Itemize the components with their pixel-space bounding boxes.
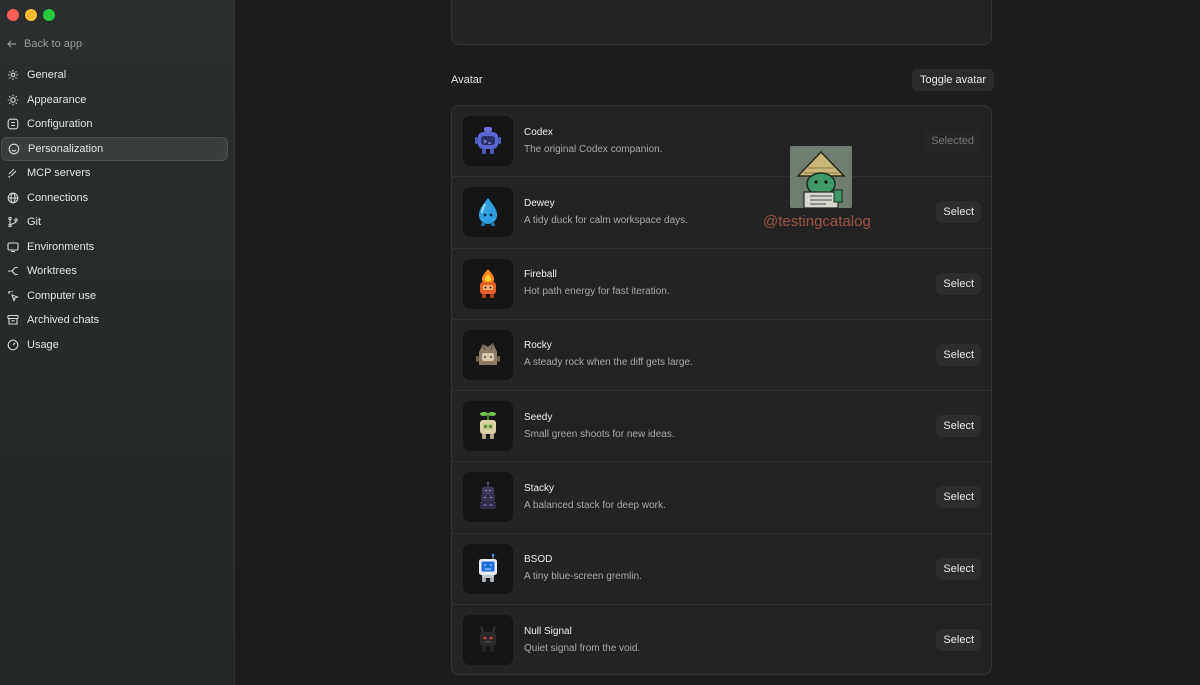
avatar-name: Dewey (524, 197, 555, 209)
sidebar-item-archived-chats[interactable]: Archived chats (0, 308, 229, 333)
select-button[interactable]: Select (936, 201, 981, 224)
sidebar-item-usage[interactable]: Usage (0, 333, 229, 358)
avatar-name: Null Signal (524, 625, 572, 637)
select-button[interactable]: Select (936, 415, 981, 438)
select-button[interactable]: Select (936, 272, 981, 295)
sidebar-item-git[interactable]: Git (0, 210, 229, 235)
archive-icon (7, 315, 19, 325)
sidebar-item-label: Appearance (27, 93, 87, 106)
sidebar-item-label: Worktrees (27, 265, 77, 278)
smile-icon (8, 143, 20, 155)
stacky-avatar-icon (463, 472, 513, 523)
arrow-left-icon (7, 40, 16, 48)
avatar-row-codex: Codex The original Codex companion. Sele… (452, 106, 991, 178)
branch-icon (8, 216, 18, 228)
sidebar-item-label: Environments (27, 240, 95, 253)
sliders-icon (7, 118, 19, 130)
sidebar-item-configuration[interactable]: Configuration (0, 112, 229, 137)
fork-icon (8, 267, 18, 276)
avatar-description: Hot path energy for fast iteration. (524, 286, 670, 298)
sidebar-item-appearance[interactable]: Appearance (0, 88, 229, 113)
selected-button[interactable]: Selected (924, 130, 981, 153)
avatar-row-rocky: Rocky A steady rock when the diff gets l… (452, 320, 991, 391)
cursor-icon (8, 290, 19, 302)
rocky-avatar-icon (463, 329, 513, 380)
previous-section-card (451, 0, 992, 45)
settings-sidebar: Back to app General Appearance Configura… (0, 0, 235, 685)
avatar-name: BSOD (524, 554, 553, 566)
select-button[interactable]: Select (936, 557, 981, 580)
avatar-name: Codex (524, 126, 553, 138)
avatar-row-stacky: Stacky A balanced stack for deep work. S… (452, 462, 991, 534)
avatar-row-fireball: Fireball Hot path energy for fast iterat… (452, 249, 991, 320)
sun-icon (7, 94, 19, 105)
sidebar-item-label: Connections (27, 191, 89, 204)
select-button[interactable]: Select (936, 486, 981, 509)
monitor-icon (7, 242, 19, 252)
select-button[interactable]: Select (936, 343, 981, 366)
avatar-description: A tiny blue-screen gremlin. (524, 571, 642, 583)
avatar-name: Stacky (524, 482, 555, 494)
avatar-name: Fireball (524, 269, 557, 281)
codex-avatar-icon (463, 116, 513, 167)
sidebar-item-label: General (27, 69, 67, 82)
toggle-avatar-button[interactable]: Toggle avatar (912, 69, 995, 91)
avatar-row-dewey: Dewey A tidy duck for calm workspace day… (452, 177, 991, 249)
avatar-row-seedy: Seedy Small green shoots for new ideas. … (452, 391, 991, 463)
sidebar-item-label: MCP servers (27, 167, 91, 180)
watermark-text: @testingcatalog (763, 213, 871, 230)
avatar-description: Quiet signal from the void. (524, 642, 641, 654)
sidebar-item-label: Personalization (28, 142, 104, 155)
avatar-description: A steady rock when the diff gets large. (524, 357, 693, 369)
plug-icon (8, 168, 17, 179)
gear-icon (8, 70, 18, 81)
sidebar-item-general[interactable]: General (0, 63, 229, 88)
fireball-avatar-icon (463, 258, 513, 309)
sidebar-item-connections[interactable]: Connections (0, 186, 229, 211)
bsod-avatar-icon (463, 543, 513, 594)
settings-content: Avatar Toggle avatar Codex The original … (235, 0, 1200, 685)
gauge-icon (7, 339, 19, 351)
sidebar-item-personalization[interactable]: Personalization (1, 136, 228, 161)
avatar-description: The original Codex companion. (524, 143, 663, 155)
avatar-name: Rocky (524, 340, 552, 352)
avatar-description: A tidy duck for calm workspace days. (524, 214, 688, 226)
null-signal-avatar-icon (463, 615, 513, 666)
sidebar-item-mcp-servers[interactable]: MCP servers (0, 161, 229, 186)
window-controls (7, 9, 55, 21)
select-button[interactable]: Select (936, 629, 981, 652)
back-to-app-link[interactable]: Back to app (6, 38, 82, 50)
back-to-app-label: Back to app (24, 38, 83, 50)
sidebar-item-label: Git (27, 216, 42, 229)
avatar-list: Codex The original Codex companion. Sele… (451, 105, 992, 675)
settings-window: Back to app General Appearance Configura… (0, 0, 1200, 685)
settings-nav: General Appearance Configuration Persona… (0, 63, 235, 357)
avatar-description: Small green shoots for new ideas. (524, 428, 675, 440)
sidebar-item-worktrees[interactable]: Worktrees (0, 259, 229, 284)
avatar-row-null-signal: Null Signal Quiet signal from the void. … (452, 605, 991, 674)
avatar-section-title: Avatar (451, 74, 483, 86)
avatar-row-bsod: BSOD A tiny blue-screen gremlin. Select (452, 534, 991, 605)
close-window-button[interactable] (7, 9, 19, 21)
sidebar-item-label: Configuration (27, 118, 93, 131)
sidebar-item-environments[interactable]: Environments (0, 235, 229, 260)
watermark-mascot-image (790, 146, 852, 208)
sidebar-item-label: Computer use (27, 289, 97, 302)
dewey-avatar-icon (463, 187, 513, 238)
avatar-name: Seedy (524, 411, 553, 423)
zoom-window-button[interactable] (43, 9, 55, 21)
minimize-window-button[interactable] (25, 9, 37, 21)
sidebar-item-label: Usage (27, 338, 59, 351)
avatar-description: A balanced stack for deep work. (524, 499, 666, 511)
sidebar-item-computer-use[interactable]: Computer use (0, 284, 229, 309)
sidebar-item-label: Archived chats (27, 314, 100, 327)
globe-icon (7, 192, 19, 204)
seedy-avatar-icon (463, 401, 513, 452)
